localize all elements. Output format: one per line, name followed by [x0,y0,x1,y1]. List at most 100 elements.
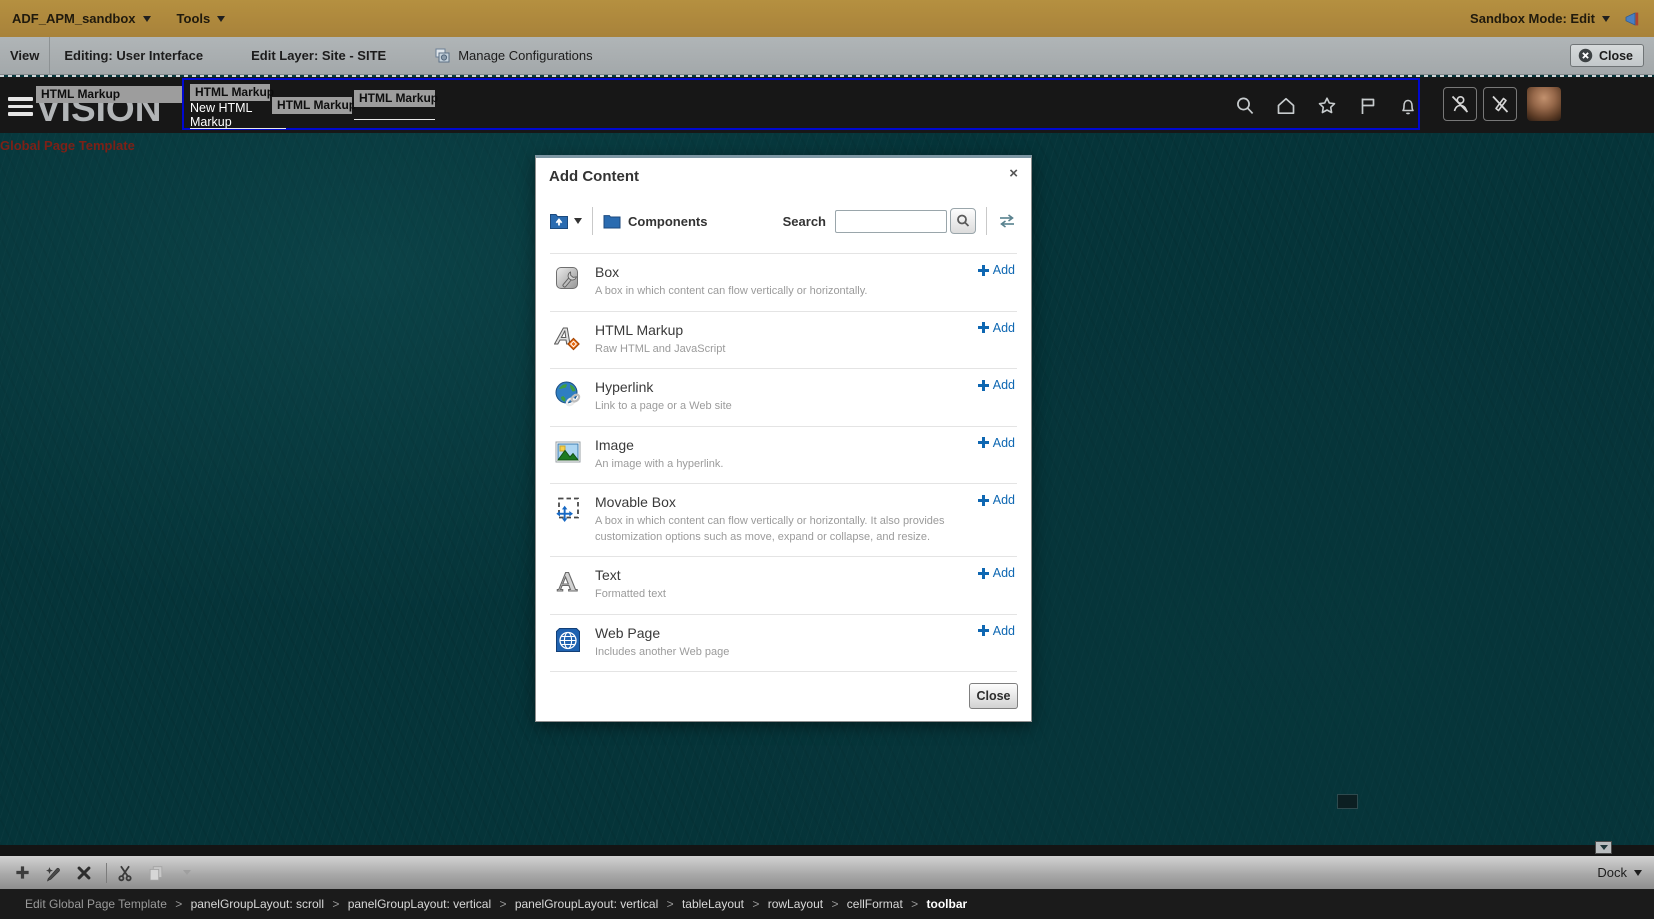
plus-icon [978,568,989,579]
template-label: Global Page Template [0,138,135,153]
add-label: Add [993,321,1015,335]
composer-close-button[interactable]: Close [1570,44,1644,67]
search-icon[interactable] [1234,95,1256,117]
component-name: Text [595,567,1017,583]
sandbox-mode-menu[interactable]: Sandbox Mode: Edit [1470,11,1610,26]
megaphone-icon[interactable] [1624,10,1642,28]
hamburger-menu-icon[interactable] [8,97,33,120]
component-desc: Formatted text [595,587,955,603]
add-image-button[interactable]: Add [978,436,1015,450]
add-html-markup-button[interactable]: Add [978,321,1015,335]
add-label: Add [993,566,1015,580]
avatar[interactable] [1527,87,1561,121]
bottom-divider-strip [0,845,1654,856]
breadcrumb-root[interactable]: Edit Global Page Template [25,897,167,911]
breadcrumb-item[interactable]: panelGroupLayout: vertical [348,897,491,911]
html-markup-chip[interactable]: HTML Markup [272,97,352,114]
current-folder-label: Components [628,214,707,229]
add-label: Add [993,493,1015,507]
chevron-down-icon[interactable] [574,218,582,224]
dock-toolbar: Dock [0,856,1654,889]
divider [986,207,987,235]
hide-edit-button[interactable] [1483,87,1517,121]
component-desc: A box in which content can flow vertical… [595,284,955,300]
swap-arrows-icon[interactable] [997,213,1017,229]
screen: ADF_APM_sandbox Tools Sandbox Mode: Edit… [0,0,1654,919]
breadcrumb-item[interactable]: rowLayout [768,897,823,911]
add-label: Add [993,436,1015,450]
divider [49,37,50,75]
page-scrollbar-corner [1337,794,1358,809]
edit-layer-label: Edit Layer: Site - SITE [251,48,386,63]
add-hyperlink-button[interactable]: Add [978,378,1015,392]
folder-up-icon[interactable] [549,212,569,230]
dialog-toolbar: Components Search [549,205,1017,237]
flag-icon[interactable] [1357,95,1379,117]
breadcrumb-separator: > [831,897,838,911]
link-underline [354,119,435,120]
scroll-down-button[interactable] [1595,841,1612,854]
search-input[interactable] [835,210,947,233]
component-desc: Raw HTML and JavaScript [595,342,955,358]
bell-icon[interactable] [1397,95,1419,117]
configurations-icon [434,47,452,65]
pencil-icon [44,864,62,882]
dialog-close-button[interactable]: Close [969,683,1018,709]
add-movable-box-button[interactable]: Add [978,493,1015,507]
text-icon: A [554,568,582,596]
breadcrumb-separator: > [667,897,674,911]
component-list: Box A box in which content can flow vert… [550,253,1017,672]
breadcrumb-item[interactable]: cellFormat [847,897,903,911]
star-icon[interactable] [1316,95,1338,117]
add-content-dialog: Add Content × Components Search [535,155,1032,722]
search-button[interactable] [950,208,976,234]
component-row-box: Box A box in which content can flow vert… [550,254,1017,312]
add-box-button[interactable]: Add [978,263,1015,277]
component-desc: Includes another Web page [595,645,955,661]
link-underline [190,128,286,129]
manage-configurations-link[interactable]: Manage Configurations [434,47,592,65]
component-row-web-page: Web Page Includes another Web page Add [550,615,1017,673]
search-label: Search [783,214,826,229]
chevron-down-icon [183,870,191,875]
dock-menu[interactable]: Dock [1597,865,1642,880]
plus-icon [978,495,989,506]
chevron-down-icon [217,16,225,22]
dialog-close-icon[interactable]: × [1009,165,1018,182]
selected-region-outline: HTML Markup New HTML Markup HTML Markup … [182,78,1420,130]
tools-menu[interactable]: Tools [177,11,226,26]
delete-button[interactable] [74,863,94,883]
movable-box-icon [554,495,582,523]
cut-button[interactable] [115,863,135,883]
person-slash-icon [1448,92,1472,116]
component-desc: A box in which content can flow vertical… [595,514,955,545]
home-icon[interactable] [1275,95,1297,117]
sandbox-menu[interactable]: ADF_APM_sandbox [12,11,151,26]
add-component-button[interactable] [12,863,32,883]
add-web-page-button[interactable]: Add [978,624,1015,638]
breadcrumb-item[interactable]: panelGroupLayout: vertical [515,897,658,911]
divider [106,863,107,883]
plus-icon [978,625,989,636]
close-circle-icon [1578,48,1593,63]
breadcrumb-separator: > [499,897,506,911]
plus-icon [978,265,989,276]
breadcrumb-item[interactable]: panelGroupLayout: scroll [191,897,324,911]
view-menu[interactable]: View [10,48,39,63]
add-label: Add [993,378,1015,392]
folder-icon [603,214,621,229]
breadcrumb-item[interactable]: tableLayout [682,897,744,911]
hide-person-button[interactable] [1443,87,1477,121]
html-markup-chip[interactable]: HTML Markup [190,84,270,101]
new-html-markup-link[interactable]: New HTML Markup [190,102,258,129]
html-markup-chip[interactable]: HTML Markup [354,90,435,107]
component-row-text: A Text Formatted text Add [550,557,1017,615]
html-markup-chip[interactable]: HTML Markup [36,86,184,103]
scissors-icon [116,864,134,882]
component-desc: An image with a hyperlink. [595,457,955,473]
add-text-button[interactable]: Add [978,566,1015,580]
edit-properties-button[interactable] [43,863,63,883]
tools-menu-label: Tools [177,11,211,26]
hyperlink-icon [554,380,582,408]
svg-text:A: A [557,568,578,596]
